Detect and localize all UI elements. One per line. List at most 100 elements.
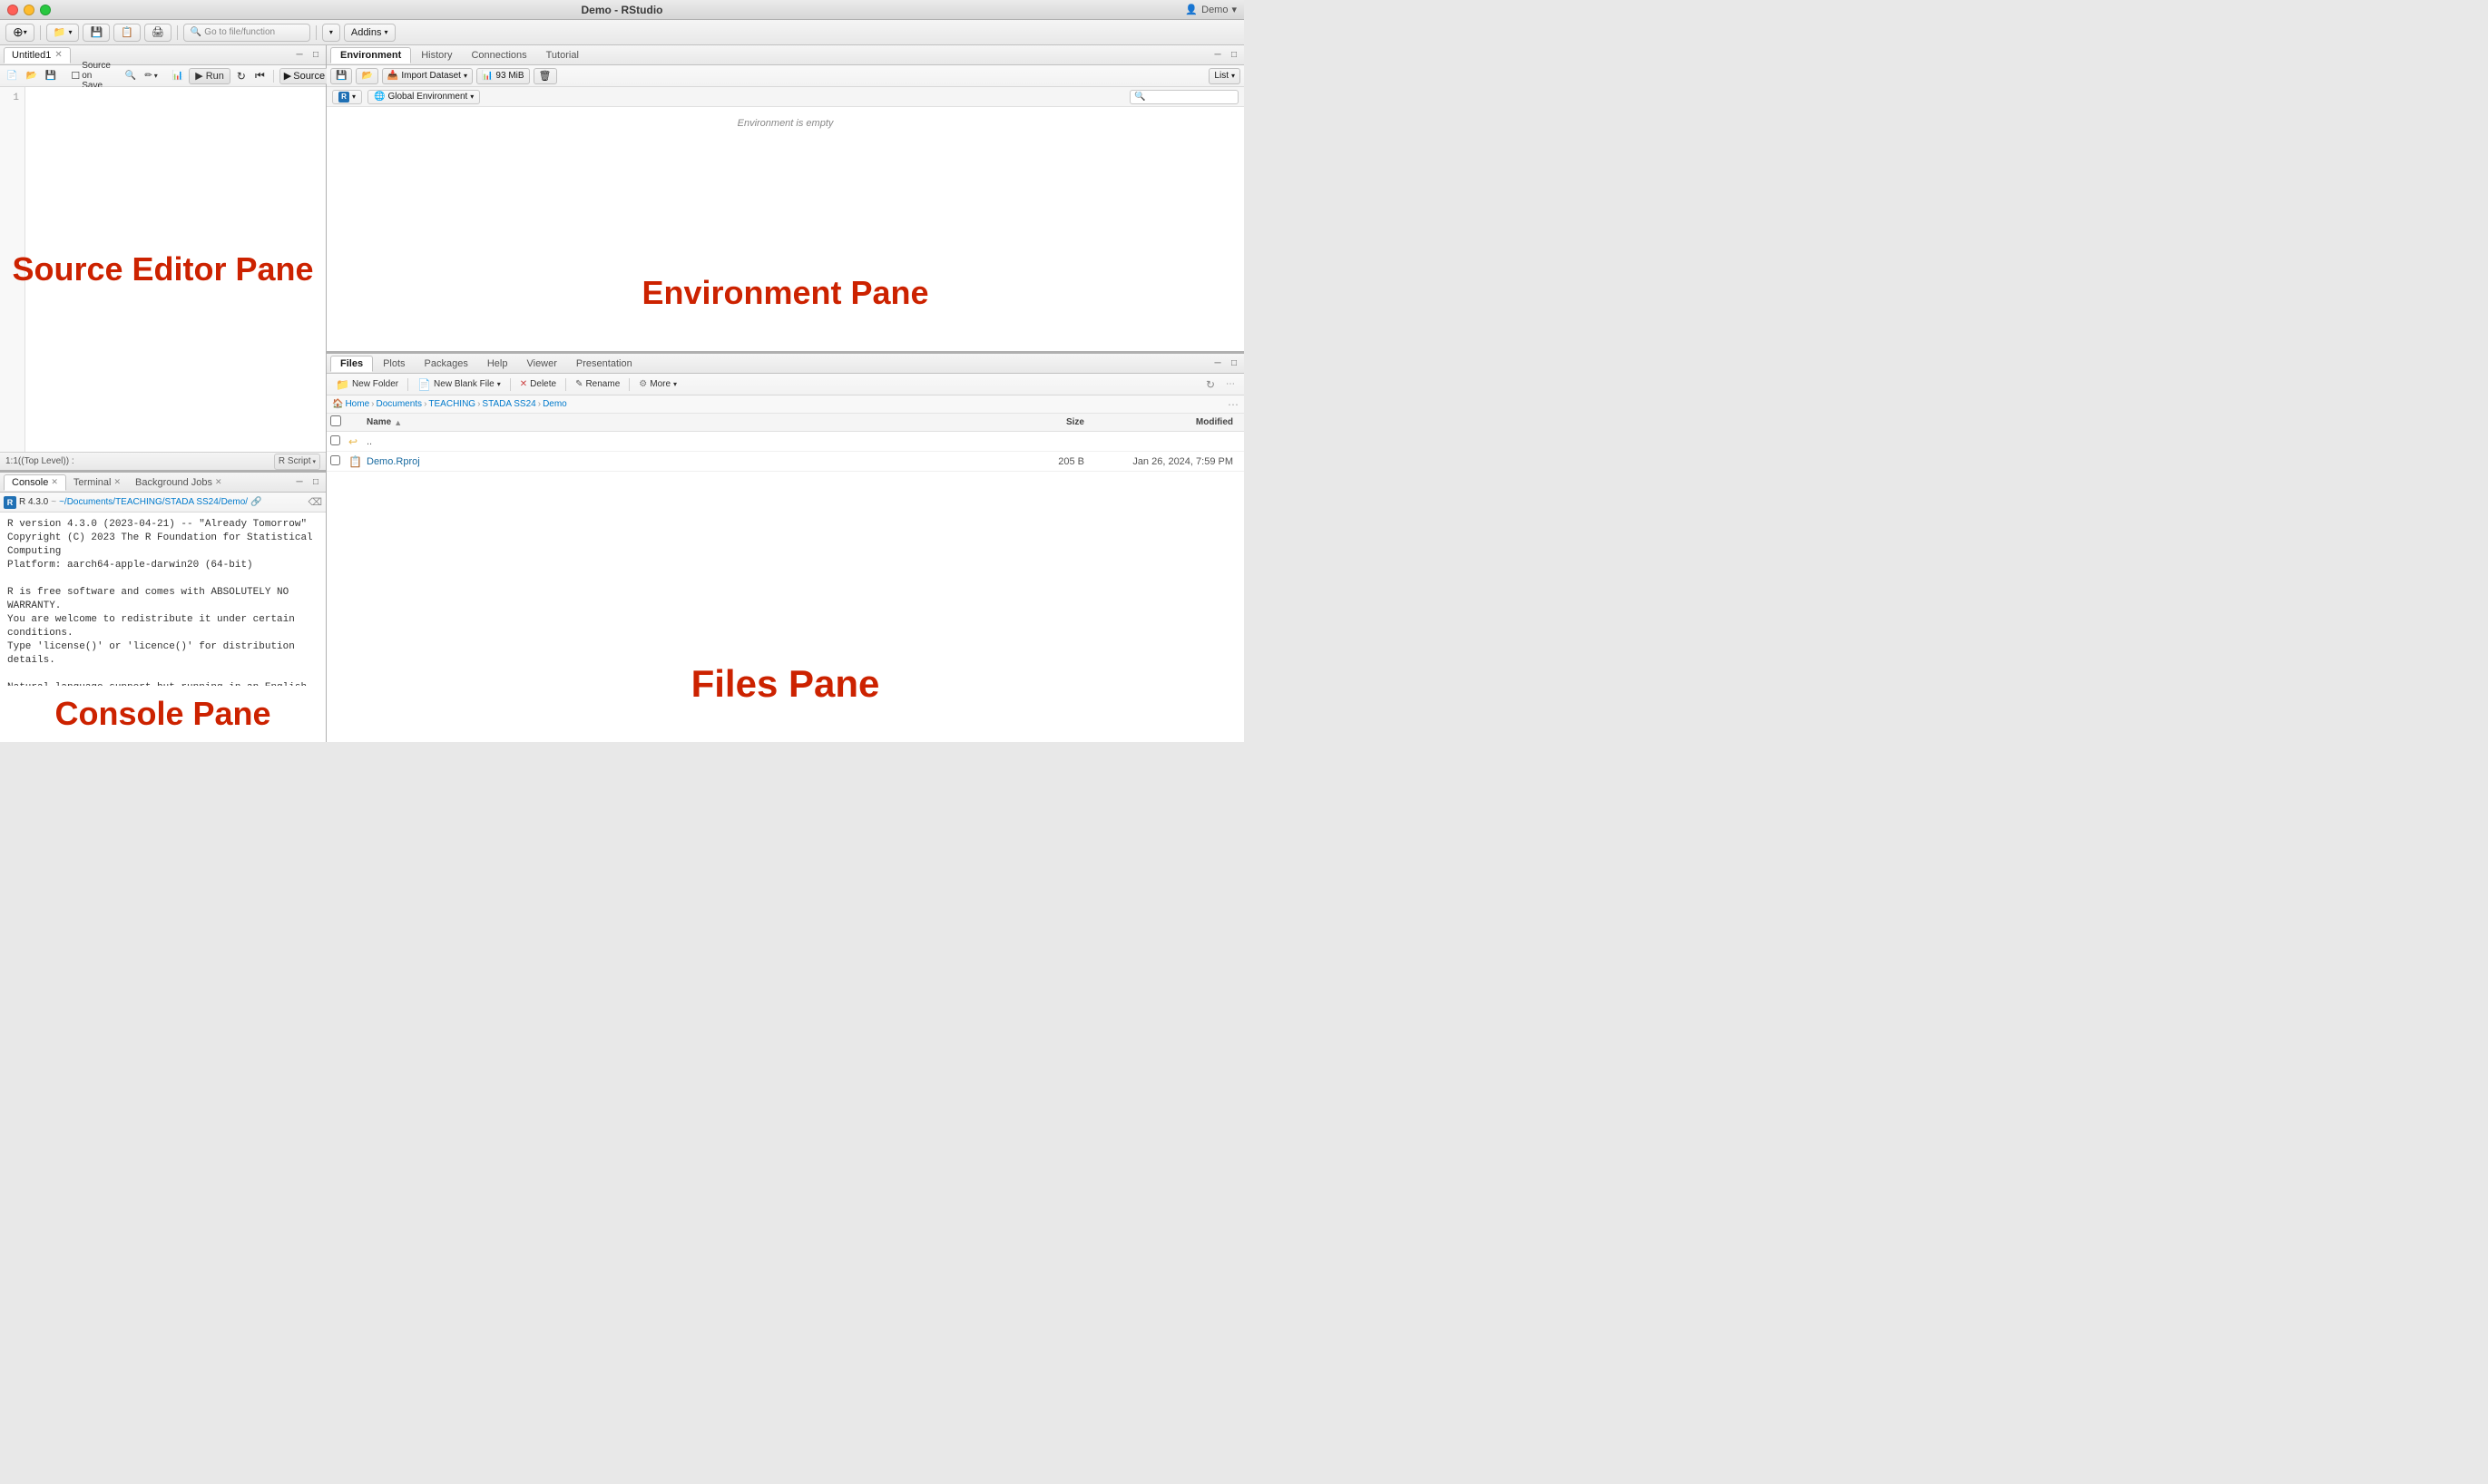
find-icon: 🔍: [125, 71, 136, 81]
console-tab-background-jobs[interactable]: Background Jobs ✕: [128, 474, 230, 491]
print-button[interactable]: 🖨: [144, 24, 171, 42]
sync-button[interactable]: ↻: [1202, 377, 1219, 392]
minimize-button[interactable]: [24, 5, 34, 15]
files-more-button[interactable]: ⋯: [1222, 378, 1239, 390]
rproj-file-icon: 📋: [348, 455, 367, 468]
console-minimize-button[interactable]: ─: [293, 476, 306, 489]
rename-button[interactable]: ✎ Rename: [572, 378, 623, 390]
new-blank-file-button[interactable]: 📄 New Blank File ▾: [414, 377, 504, 392]
code-editor[interactable]: [25, 87, 326, 452]
terminal-tab-close-icon[interactable]: ✕: [113, 477, 121, 487]
viewer-tab-label: Viewer: [526, 358, 556, 369]
source-tab-close-icon[interactable]: ✕: [54, 50, 62, 60]
run-button[interactable]: ▶ Run: [189, 68, 230, 84]
console-content[interactable]: R version 4.3.0 (2023-04-21) -- "Already…: [0, 513, 326, 686]
r-scope-button[interactable]: R ▾: [332, 90, 362, 104]
code-tools-button[interactable]: ✏ ▾: [142, 70, 160, 82]
env-tab-history[interactable]: History: [412, 47, 461, 63]
go-to-file-button[interactable]: 🔍 Go to file/function: [183, 24, 310, 42]
source-minimize-button[interactable]: ─: [293, 49, 306, 62]
re-run-button[interactable]: ↻: [234, 69, 249, 83]
files-tab-help[interactable]: Help: [478, 356, 517, 372]
console-tab-console[interactable]: Console ✕: [4, 474, 66, 491]
close-button[interactable]: [7, 5, 18, 15]
env-tab-environment[interactable]: Environment: [330, 47, 411, 63]
files-tab-files[interactable]: Files: [330, 356, 373, 372]
save-script-button[interactable]: 💾: [43, 70, 59, 82]
maximize-button[interactable]: [40, 5, 51, 15]
clear-console-button[interactable]: 🗑: [534, 68, 557, 84]
open-file-button[interactable]: 📁 ▾: [46, 24, 80, 42]
list-view-selector[interactable]: List ▾: [1209, 68, 1240, 84]
file-check[interactable]: [330, 435, 340, 445]
files-minimize-button[interactable]: ─: [1211, 357, 1224, 370]
more-button[interactable]: ⚙ More ▾: [635, 378, 681, 390]
gear-icon: ⚙: [639, 379, 647, 389]
new-script-button[interactable]: 📄: [4, 70, 20, 82]
files-tab-viewer[interactable]: Viewer: [517, 356, 565, 372]
go-to-file-label: Go to file/function: [204, 27, 275, 37]
breadcrumb-stada[interactable]: STADA SS24: [482, 399, 535, 409]
files-maximize-button[interactable]: □: [1228, 357, 1240, 370]
breadcrumb-sep-4: ›: [538, 399, 541, 409]
breadcrumb-documents[interactable]: Documents: [376, 399, 422, 409]
open-script-button[interactable]: 📂: [23, 70, 39, 82]
files-modified-header[interactable]: Modified: [1095, 417, 1240, 427]
env-maximize-button[interactable]: □: [1228, 49, 1240, 62]
files-tab-presentation[interactable]: Presentation: [567, 356, 642, 372]
files-tab-plots[interactable]: Plots: [374, 356, 414, 372]
console-tab-close-icon[interactable]: ✕: [51, 477, 58, 487]
env-search-input[interactable]: [1130, 90, 1239, 104]
env-tab-connections[interactable]: Connections: [462, 47, 535, 63]
env-pane-controls: ─ □: [1211, 49, 1240, 62]
files-name-header[interactable]: Name ▲: [367, 417, 1023, 427]
file-type-selector[interactable]: R Script ▾: [274, 454, 320, 470]
env-scope-bar: R ▾ 🌐 Global Environment ▾: [327, 87, 1244, 107]
breadcrumb-home[interactable]: Home: [345, 399, 369, 409]
file-row-checkbox[interactable]: [330, 435, 348, 448]
file-check[interactable]: [330, 455, 340, 465]
background-jobs-tab-close-icon[interactable]: ✕: [215, 477, 222, 487]
breadcrumb-sep-2: ›: [424, 399, 426, 409]
save-history-button[interactable]: 💾: [330, 68, 352, 84]
global-env-selector[interactable]: 🌐 Global Environment ▾: [367, 90, 480, 104]
breadcrumb-teaching[interactable]: TEACHING: [428, 399, 475, 409]
select-all-checkbox[interactable]: [330, 415, 341, 426]
rename-icon: ✎: [575, 379, 583, 389]
source-on-save-box: ☐: [71, 70, 80, 82]
save-button[interactable]: 💾: [83, 24, 110, 42]
load-history-icon: 📂: [361, 71, 372, 81]
new-file-button[interactable]: ⊕ ▾: [5, 24, 34, 42]
compile-icon: 📊: [172, 71, 183, 81]
files-breadcrumb: 🏠 Home › Documents › TEACHING › STADA SS…: [327, 395, 1244, 414]
load-history-button[interactable]: 📂: [356, 68, 377, 84]
save-all-button[interactable]: 📋: [113, 24, 141, 42]
run-prev-button[interactable]: ⏮: [252, 68, 268, 83]
import-dataset-button[interactable]: 📥 Import Dataset ▾: [382, 68, 473, 84]
file-row-checkbox[interactable]: [330, 455, 348, 468]
env-tab-tutorial[interactable]: Tutorial: [537, 47, 588, 63]
run-prev-icon: ⏮: [255, 69, 265, 83]
find-button[interactable]: 🔍: [122, 70, 139, 82]
user-menu[interactable]: 👤 Demo ▾: [1185, 4, 1237, 15]
delete-button[interactable]: ✕ Delete: [516, 378, 560, 390]
source-tab-untitled1[interactable]: Untitled1 ✕: [4, 47, 71, 63]
table-row[interactable]: 📋 Demo.Rproj 205 B Jan 26, 2024, 7:59 PM: [327, 452, 1244, 472]
files-size-header[interactable]: Size: [1023, 417, 1095, 427]
breadcrumb-demo[interactable]: Demo: [543, 399, 567, 409]
new-folder-label: New Folder: [352, 379, 398, 389]
compile-button[interactable]: 📊: [170, 70, 186, 82]
console-pane: Console ✕ Terminal ✕ Background Jobs ✕ ─…: [0, 470, 326, 742]
source-maximize-button[interactable]: □: [309, 49, 322, 62]
clear-console-icon[interactable]: ⌫: [308, 496, 322, 508]
open-file-icon: 📁: [54, 26, 66, 38]
console-tab-terminal[interactable]: Terminal ✕: [66, 474, 128, 491]
new-folder-button[interactable]: 📁 New Folder: [332, 377, 402, 392]
terminal-tab-label: Terminal: [73, 477, 112, 488]
project-selector[interactable]: ▾: [322, 24, 340, 42]
addins-button[interactable]: Addins ▾: [344, 24, 396, 42]
console-maximize-button[interactable]: □: [309, 476, 322, 489]
files-tab-packages[interactable]: Packages: [416, 356, 477, 372]
table-row[interactable]: ↩ ..: [327, 432, 1244, 452]
env-minimize-button[interactable]: ─: [1211, 49, 1224, 62]
